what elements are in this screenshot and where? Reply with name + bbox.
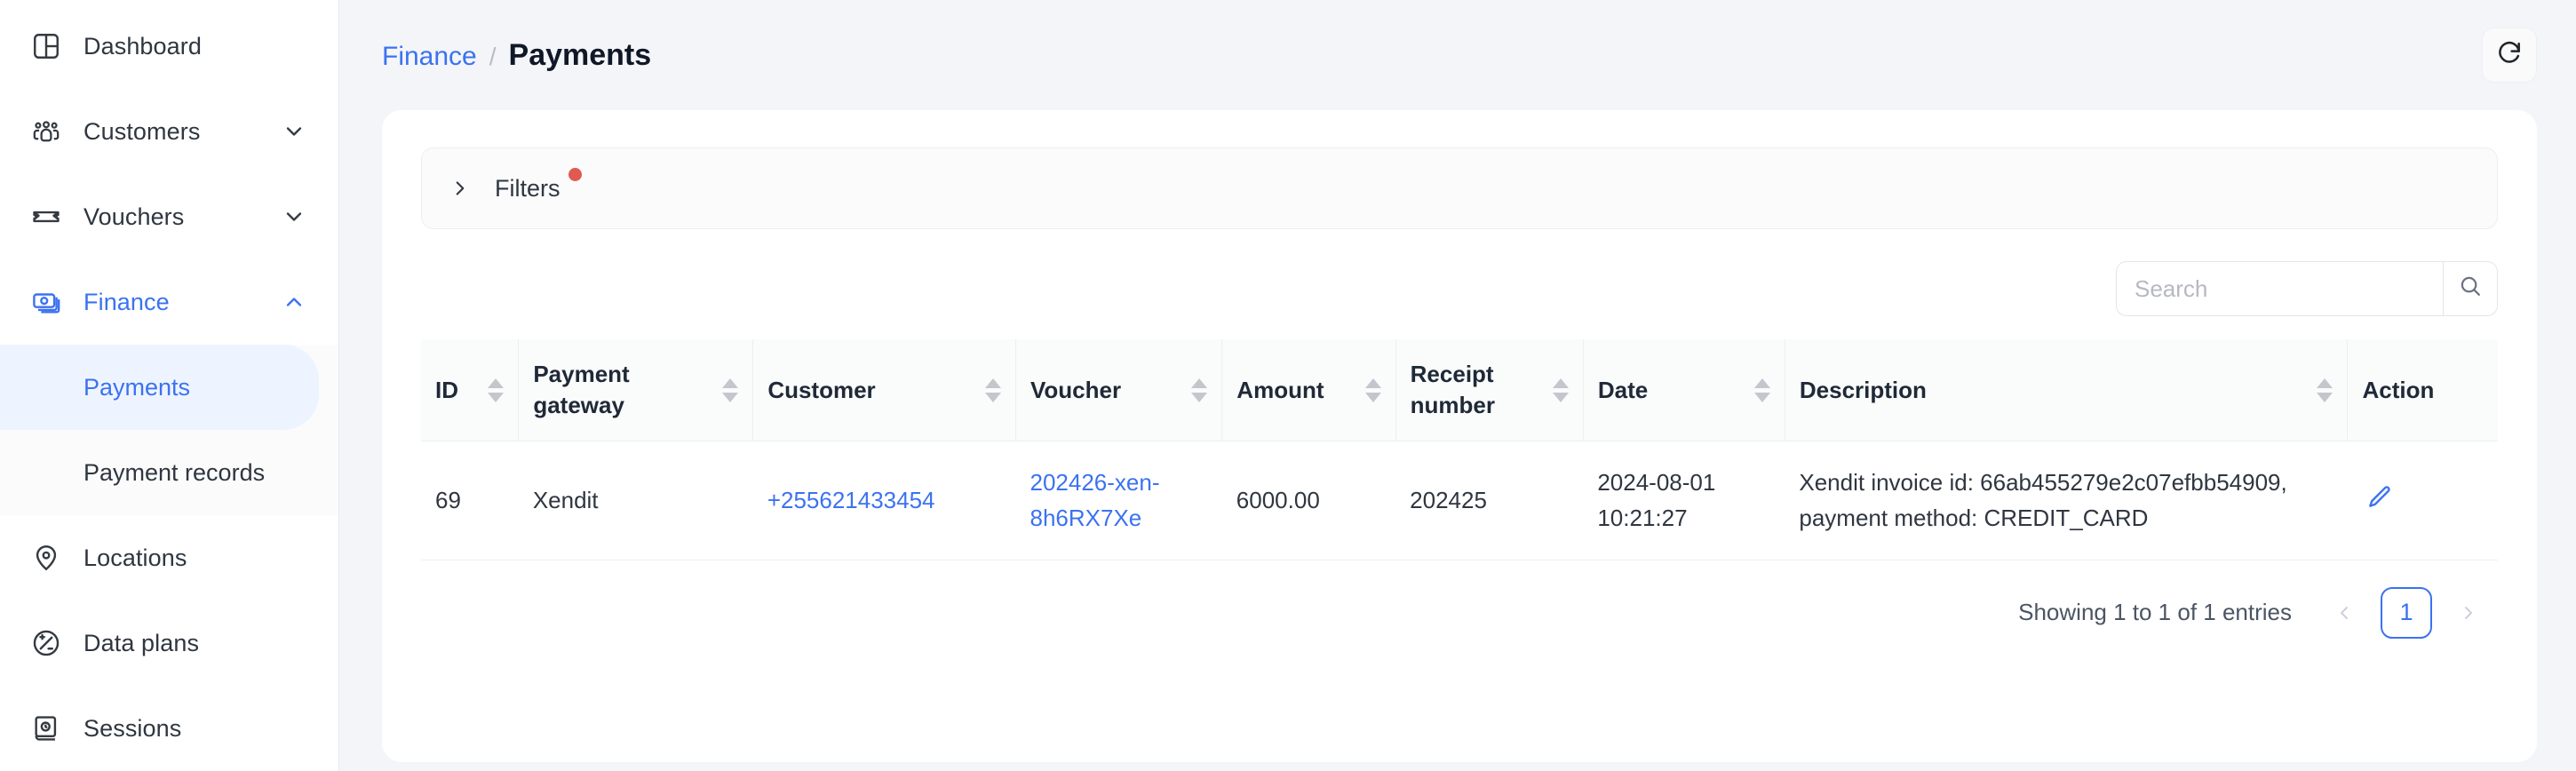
sidebar: Dashboard Customers Vouchers Finance Pay… [0,0,339,771]
search-input[interactable] [2116,261,2443,316]
chevron-right-icon [449,177,472,200]
data-plan-icon [27,628,66,658]
cell-date: 2024-08-01 10:21:27 [1583,441,1785,560]
cell-amount: 6000.00 [1221,441,1396,560]
sidebar-item-payments[interactable]: Payments [0,345,319,430]
search-icon [2458,274,2483,305]
cell-customer: +255621433454 [752,441,1016,560]
breadcrumb: Finance / Payments [382,38,651,73]
showing-entries-text: Showing 1 to 1 of 1 entries [2018,599,2292,626]
column-header-payment-gateway[interactable]: Payment gateway [518,339,754,442]
column-header-description[interactable]: Description [1785,339,2349,442]
breadcrumb-parent-link[interactable]: Finance [382,42,477,72]
chevron-up-icon[interactable] [282,290,306,314]
money-icon [27,287,66,317]
sidebar-item-sessions[interactable]: Sessions [0,686,338,771]
dashboard-icon [27,31,66,61]
filters-active-dot [568,168,582,181]
cell-id: 69 [421,441,519,560]
search-button[interactable] [2443,261,2498,316]
sort-icon[interactable] [1753,378,1770,402]
table-footer: Showing 1 to 1 of 1 entries 1 [421,560,2498,639]
cell-voucher: 202426-xen-8h6RX7Xe [1015,441,1222,560]
sidebar-item-locations[interactable]: Locations [0,515,338,600]
cell-receipt-number: 202425 [1395,441,1584,560]
column-header-label: Amount [1236,376,1324,403]
sidebar-item-customers[interactable]: Customers [0,89,338,174]
sidebar-item-dashboard[interactable]: Dashboard [0,4,338,89]
sidebar-item-finance[interactable]: Finance [0,259,338,345]
sidebar-item-label: Locations [83,544,187,571]
sort-icon[interactable] [984,378,1001,402]
column-header-amount[interactable]: Amount [1221,339,1396,442]
refresh-button[interactable] [2482,28,2537,83]
payments-table: ID Payment gateway Customer Voucher Amou… [421,339,2498,560]
column-header-customer[interactable]: Customer [752,339,1016,442]
column-header-label: Payment gateway [533,361,630,419]
customer-link[interactable]: +255621433454 [767,487,935,513]
cell-action [2347,441,2498,560]
sidebar-item-vouchers[interactable]: Vouchers [0,174,338,259]
column-header-label: Description [1799,376,1927,403]
main-content: Finance / Payments Filters Search ID Pay… [339,0,2576,771]
sort-icon[interactable] [1191,378,1208,402]
table-body: 69 Xendit +255621433454 202426-xen-8h6RX… [421,441,2498,560]
column-header-date[interactable]: Date [1583,339,1785,442]
pagination-prev-button[interactable] [2322,591,2366,635]
edit-pencil-icon[interactable] [2362,480,2397,515]
chevron-down-icon[interactable] [282,119,306,144]
sort-icon[interactable] [488,378,505,402]
sort-icon[interactable] [2317,378,2334,402]
column-header-voucher[interactable]: Voucher [1015,339,1223,442]
sidebar-item-payment-records[interactable]: Payment records [0,430,319,515]
pagination-next-button[interactable] [2446,591,2491,635]
sidebar-item-label: Sessions [83,714,182,742]
sidebar-item-label: Dashboard [83,32,202,60]
app-root: Dashboard Customers Vouchers Finance Pay… [0,0,2576,771]
chevron-down-icon[interactable] [282,204,306,229]
sidebar-item-label: Data plans [83,629,200,656]
refresh-icon [2495,38,2524,73]
finance-submenu: Payments Payment records [0,345,338,515]
voucher-link[interactable]: 202426-xen-8h6RX7Xe [1030,469,1159,531]
map-pin-icon [27,543,66,573]
search-group [2116,261,2498,316]
filters-toggle[interactable]: Filters [421,147,2498,229]
pagination: 1 [2322,586,2491,639]
sidebar-item-label: Customers [83,117,201,145]
table-head: ID Payment gateway Customer Voucher Amou… [421,339,2498,442]
column-header-label: Date [1597,376,1649,403]
cell-payment-gateway: Xendit [518,441,753,560]
sidebar-subitem-label: Payment records [83,458,266,486]
topbar: Finance / Payments [339,0,2576,110]
table-header-row: ID Payment gateway Customer Voucher Amou… [421,339,2498,442]
column-header-label: ID [435,376,458,403]
sidebar-item-label: Finance [83,288,170,315]
page-title: Payments [508,37,652,72]
table-row: 69 Xendit +255621433454 202426-xen-8h6RX… [421,441,2498,560]
search-row [421,261,2498,316]
sort-icon[interactable] [722,378,739,402]
sidebar-item-data-plans[interactable]: Data plans [0,600,338,686]
pagination-page-1[interactable]: 1 [2381,586,2432,639]
sessions-icon [27,713,66,743]
column-header-label: Customer [767,376,876,403]
sidebar-subitem-label: Payments [83,373,191,401]
breadcrumb-separator: / [489,42,497,70]
column-header-action: Action [2347,339,2498,442]
column-header-label: Voucher [1030,376,1122,403]
column-header-id[interactable]: ID [421,339,520,442]
payments-card: Filters Search ID Payment gateway Custom… [382,110,2537,762]
filters-label: Filters [495,174,561,202]
column-header-label: Action [2362,376,2435,403]
users-icon [27,116,66,147]
column-header-receipt-number[interactable]: Receipt number [1395,339,1584,442]
column-header-label: Receipt number [1410,361,1495,419]
sort-icon[interactable] [1552,378,1569,402]
sidebar-item-label: Vouchers [83,203,185,230]
ticket-icon [27,202,66,232]
sort-icon[interactable] [1364,378,1381,402]
cell-description: Xendit invoice id: 66ab455279e2c07efbb54… [1785,441,2348,560]
